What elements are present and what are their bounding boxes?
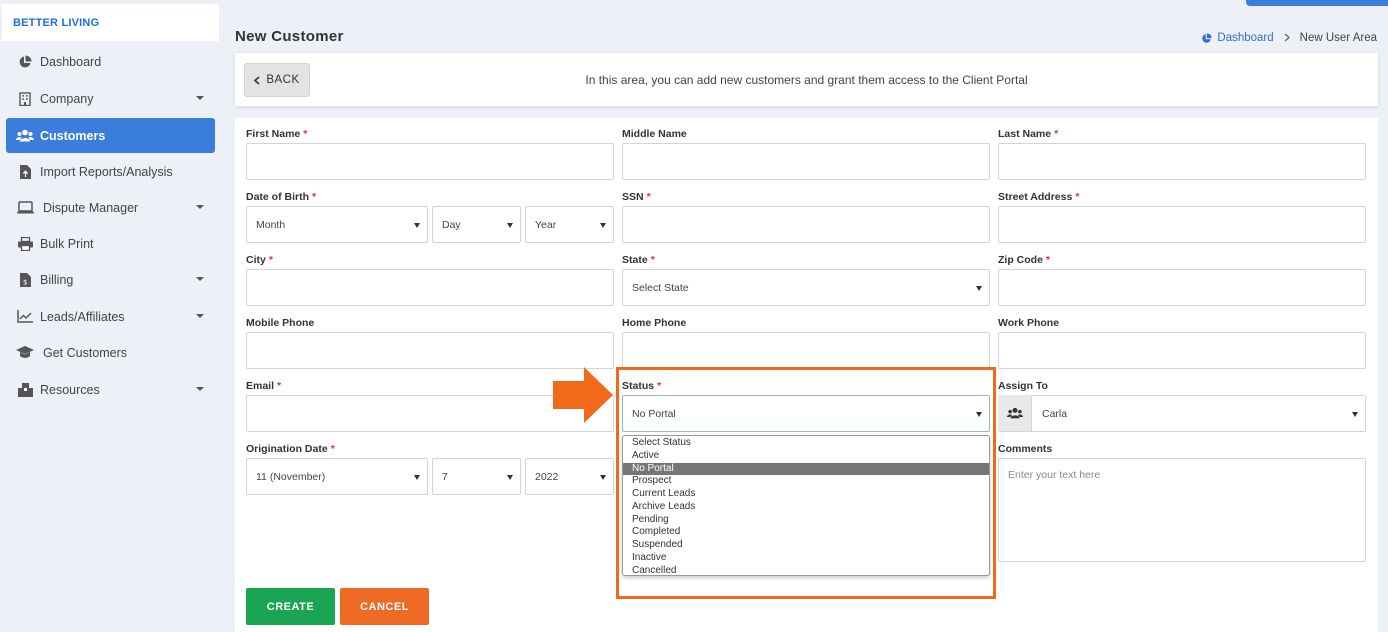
sidebar-item-label: Dispute Manager: [43, 200, 139, 215]
dob-year-select[interactable]: Year: [525, 206, 614, 243]
sidebar-item-label: Company: [40, 91, 94, 106]
email-label: Email *: [246, 380, 282, 392]
invoice-icon: $: [16, 272, 34, 288]
mobile-phone-label: Mobile Phone: [246, 317, 315, 329]
sidebar-item-label: Import Reports/Analysis: [40, 164, 173, 179]
work-phone-label: Work Phone: [998, 317, 1060, 329]
users-icon: [998, 395, 1032, 431]
last-name-field[interactable]: [998, 143, 1366, 180]
origination-day-select[interactable]: 7: [432, 458, 521, 495]
sidebar-item-dispute-manager[interactable]: Dispute Manager: [6, 190, 215, 225]
top-bar-accent: [1246, 0, 1388, 6]
printer-icon: [16, 236, 34, 252]
ssn-field[interactable]: [622, 206, 990, 243]
breadcrumb: Dashboard New User Area: [1201, 31, 1377, 45]
create-button[interactable]: CREATE: [246, 588, 335, 625]
cancel-button[interactable]: CANCEL: [340, 588, 429, 625]
status-option[interactable]: Select Status: [623, 437, 989, 450]
status-option[interactable]: Prospect: [623, 475, 989, 488]
sidebar-item-import-reports[interactable]: Import Reports/Analysis: [6, 154, 215, 189]
sidebar-item-leads-affiliates[interactable]: Leads/Affiliates: [6, 299, 215, 334]
state-label: State *: [622, 254, 655, 266]
line-chart-icon: [16, 309, 34, 325]
city-label: City *: [246, 254, 273, 266]
chevron-right-icon: [1284, 31, 1290, 45]
chevron-down-icon: [196, 387, 204, 391]
status-option[interactable]: Completed: [623, 526, 989, 539]
dob-label: Date of Birth *: [246, 191, 317, 203]
origination-year-select[interactable]: 2022: [525, 458, 614, 495]
zip-code-field[interactable]: [998, 269, 1366, 306]
first-name-label: First Name *: [246, 128, 308, 140]
sidebar-item-get-customers[interactable]: Get Customers: [6, 335, 215, 370]
file-import-icon: [16, 164, 34, 180]
sidebar-item-label: Bulk Print: [40, 236, 94, 251]
building-icon: [16, 91, 34, 107]
sidebar-item-resources[interactable]: Resources: [6, 372, 215, 407]
home-phone-field[interactable]: [622, 332, 990, 369]
assign-to-label: Assign To: [998, 380, 1048, 392]
sidebar-item-label: Customers: [40, 128, 106, 143]
brand-logo[interactable]: BETTER LIVING: [2, 4, 219, 41]
home-phone-label: Home Phone: [622, 317, 687, 329]
graduation-cap-icon: [16, 345, 34, 361]
zip-code-label: Zip Code *: [998, 254, 1051, 266]
sidebar-item-billing[interactable]: $ Billing: [6, 262, 215, 297]
box-icon: [16, 382, 34, 398]
comments-textarea[interactable]: Enter your text here: [998, 458, 1366, 562]
origination-date-label: Origination Date *: [246, 443, 335, 455]
status-option-selected[interactable]: No Portal: [623, 462, 989, 476]
status-option[interactable]: Active: [623, 450, 989, 463]
status-dropdown-list: Select Status Active No Portal Prospect …: [622, 435, 990, 576]
status-option[interactable]: Cancelled: [623, 565, 989, 578]
sidebar-item-bulk-print[interactable]: Bulk Print: [6, 226, 215, 261]
first-name-field[interactable]: [246, 143, 614, 180]
comments-label: Comments: [998, 443, 1053, 455]
status-option[interactable]: Pending: [623, 514, 989, 527]
ssn-label: SSN *: [622, 191, 651, 203]
breadcrumb-current: New User Area: [1299, 32, 1377, 44]
status-option[interactable]: Inactive: [623, 552, 989, 565]
sidebar-item-dashboard[interactable]: Dashboard: [6, 44, 215, 79]
sidebar-item-company[interactable]: Company: [6, 81, 215, 116]
info-message: In this area, you can add new customers …: [585, 73, 1028, 87]
sidebar-item-label: Leads/Affiliates: [40, 309, 125, 324]
page-title: New Customer: [235, 28, 344, 45]
status-option[interactable]: Archive Leads: [623, 501, 989, 514]
sidebar: BETTER LIVING Dashboard Company Customer…: [0, 0, 220, 632]
pie-chart-icon: [1201, 32, 1212, 44]
mobile-phone-field[interactable]: [246, 332, 614, 369]
city-field[interactable]: [246, 269, 614, 306]
sidebar-item-label: Get Customers: [43, 345, 128, 360]
assign-to-select[interactable]: Carla: [998, 395, 1366, 432]
sidebar-item-customers[interactable]: Customers: [6, 118, 215, 153]
svg-text:$: $: [23, 278, 27, 286]
breadcrumb-dashboard-link[interactable]: Dashboard: [1217, 32, 1273, 44]
chevron-down-icon: [196, 277, 204, 281]
status-option[interactable]: Suspended: [623, 539, 989, 552]
chevron-down-icon: [196, 205, 204, 209]
chevron-down-icon: [196, 314, 204, 318]
last-name-label: Last Name *: [998, 128, 1059, 140]
state-select[interactable]: Select State: [622, 269, 990, 306]
sidebar-item-label: Resources: [40, 382, 100, 397]
users-icon: [16, 128, 34, 144]
status-option[interactable]: Current Leads: [623, 488, 989, 501]
sidebar-item-label: Billing: [40, 272, 74, 287]
laptop-icon: [16, 200, 34, 216]
street-address-label: Street Address *: [998, 191, 1080, 203]
dob-day-select[interactable]: Day: [432, 206, 521, 243]
street-address-field[interactable]: [998, 206, 1366, 243]
middle-name-field[interactable]: [622, 143, 990, 180]
sidebar-item-label: Dashboard: [40, 54, 102, 69]
pie-chart-icon: [16, 54, 34, 70]
middle-name-label: Middle Name: [622, 128, 687, 140]
chevron-down-icon: [196, 96, 204, 100]
arrow-right-icon: [553, 367, 613, 423]
origination-month-select[interactable]: 11 (November): [246, 458, 428, 495]
info-card: BACK In this area, you can add new custo…: [235, 53, 1378, 106]
dob-month-select[interactable]: Month: [246, 206, 428, 243]
work-phone-field[interactable]: [998, 332, 1366, 369]
